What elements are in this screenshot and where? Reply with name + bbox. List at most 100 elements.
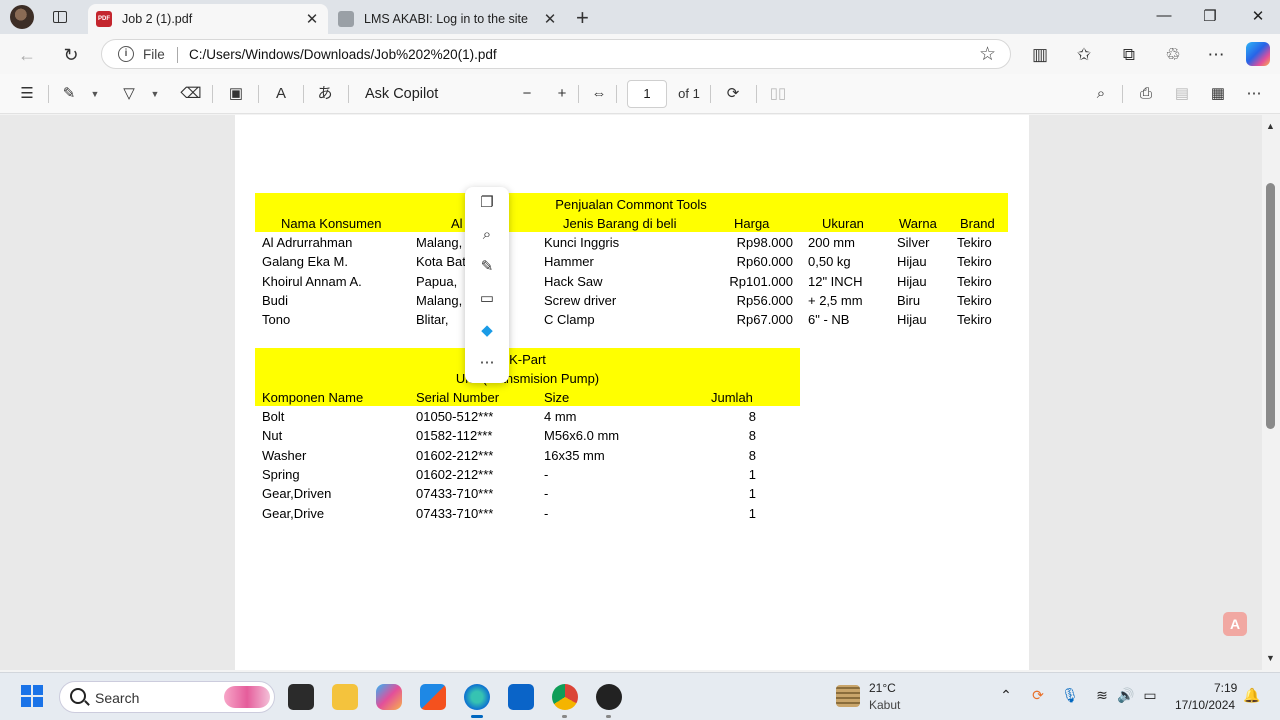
file-explorer-icon[interactable] xyxy=(332,684,358,710)
tab-actions-icon[interactable] xyxy=(50,7,70,27)
start-button[interactable] xyxy=(21,685,43,707)
restore-button[interactable]: ❐ xyxy=(1190,7,1230,25)
eraser-icon[interactable]: ⌫ xyxy=(180,83,202,105)
favorite-star-icon[interactable]: ☆ xyxy=(979,43,996,66)
read-aloud-icon[interactable]: A xyxy=(270,83,292,105)
scrollbar-thumb[interactable] xyxy=(1266,183,1275,429)
zoom-out-icon[interactable]: − xyxy=(516,83,538,105)
tab-job-pdf[interactable]: PDF Job 2 (1).pdf ✕ xyxy=(88,4,328,34)
table1-cell: Rp60.000 xyxy=(736,254,793,270)
save-as-icon[interactable]: ▦ xyxy=(1207,83,1229,105)
refresh-button[interactable]: ↻ xyxy=(60,44,82,66)
collections-icon[interactable]: ⧉ xyxy=(1117,43,1141,67)
selection-context-menu: ❐ ⌕ ✎ ▭ ◆ ⋯ xyxy=(465,187,509,383)
sync-icon[interactable]: ⟳ xyxy=(1028,687,1048,704)
close-tab-icon[interactable]: ✕ xyxy=(540,10,560,28)
copilot-icon[interactable] xyxy=(1246,42,1270,66)
more-options-icon[interactable]: ⋯ xyxy=(1243,83,1265,105)
clock-date[interactable]: 17/10/2024 xyxy=(1175,698,1235,712)
table1-cell: Screw driver xyxy=(544,292,617,308)
copilot-app-icon[interactable] xyxy=(376,684,402,710)
more-options-icon[interactable]: ⋯ xyxy=(477,353,497,373)
adobe-acrobat-icon[interactable]: A xyxy=(1223,612,1247,636)
chrome-icon[interactable] xyxy=(552,684,578,718)
highlight-icon[interactable]: ✎ xyxy=(58,83,80,105)
table1-header: Warna xyxy=(899,216,937,231)
info-icon[interactable]: i xyxy=(118,46,134,62)
taskbar-search[interactable]: Search xyxy=(59,681,275,713)
copy-icon[interactable]: ❐ xyxy=(477,193,497,213)
more-menu-icon[interactable]: ⋯ xyxy=(1204,43,1228,67)
search-placeholder: Search xyxy=(95,690,140,706)
close-window-button[interactable]: ✕ xyxy=(1238,7,1278,25)
copilot-icon[interactable]: ◆ xyxy=(477,321,497,341)
table1-cell: Galang Eka M. xyxy=(262,254,348,270)
tab-label: LMS AKABI: Log in to the site xyxy=(364,12,528,26)
search-icon[interactable]: ⌕ xyxy=(1090,83,1112,105)
zoom-in-icon[interactable]: + xyxy=(551,83,573,105)
divider xyxy=(1122,85,1123,103)
extensions-icon[interactable]: ♲ xyxy=(1161,43,1185,67)
table1-cell: C Clamp xyxy=(544,312,595,328)
chevron-down-icon[interactable]: ▼ xyxy=(148,83,162,105)
rotate-icon[interactable]: ⟳ xyxy=(722,83,744,105)
back-button[interactable]: ← xyxy=(16,44,38,66)
page-view-icon[interactable]: ▯▯ xyxy=(767,83,789,105)
weather-icon[interactable] xyxy=(836,685,860,707)
address-bar[interactable]: i File C:/Users/Windows/Downloads/Job%20… xyxy=(101,39,1011,69)
page-number-input[interactable]: 1 xyxy=(627,80,667,108)
close-tab-icon[interactable]: ✕ xyxy=(302,10,322,28)
table1-cell: Tekiro xyxy=(957,273,992,289)
edge-browser-icon[interactable] xyxy=(464,684,490,718)
profile-avatar[interactable] xyxy=(10,5,34,29)
favorites-icon[interactable]: ✩ xyxy=(1072,43,1096,67)
search-icon[interactable]: ⌕ xyxy=(477,225,497,245)
microsoft-store-icon[interactable] xyxy=(420,684,446,710)
draw-icon[interactable]: ▽ xyxy=(118,83,140,105)
microphone-icon[interactable]: 🎙 xyxy=(1060,687,1080,704)
chevron-up-icon[interactable]: ⌃ xyxy=(996,687,1016,704)
split-screen-icon[interactable]: ▥ xyxy=(1028,43,1052,67)
scroll-up-icon[interactable]: ▲ xyxy=(1266,121,1275,131)
table2-cell: 1 xyxy=(748,486,756,502)
outlook-icon[interactable] xyxy=(508,684,534,710)
pdf-viewer[interactable]: Penjualan Commont Tools Nama Konsumen Al… xyxy=(0,115,1262,670)
table1-header: Jenis Barang di beli xyxy=(563,216,677,231)
table1-cell: 200 mm xyxy=(808,235,855,250)
clock-time[interactable]: 7:19 xyxy=(1214,681,1237,695)
task-view-icon[interactable] xyxy=(288,684,314,710)
minimize-button[interactable]: — xyxy=(1144,7,1184,24)
wifi-icon[interactable]: ≋ xyxy=(1092,687,1112,704)
volume-icon[interactable]: 🔊 xyxy=(1116,687,1136,704)
table2-header: Jumlah xyxy=(711,390,753,405)
fit-width-icon[interactable]: ⇔ xyxy=(588,83,610,105)
save-icon[interactable]: ▤ xyxy=(1171,83,1193,105)
table1-cell: Rp101.000 xyxy=(729,273,793,289)
navigation-bar: ← ↻ i File C:/Users/Windows/Downloads/Jo… xyxy=(0,34,1280,74)
contents-icon[interactable]: ☰ xyxy=(16,83,38,105)
vertical-scrollbar[interactable]: ▲ ▼ xyxy=(1262,115,1280,670)
table2-cell: - xyxy=(544,486,549,502)
table2-header: Size xyxy=(544,390,570,405)
translate-icon[interactable]: あ xyxy=(314,83,336,105)
ask-copilot-button[interactable]: Ask Copilot xyxy=(365,83,445,105)
scroll-down-icon[interactable]: ▼ xyxy=(1266,653,1275,663)
recording-app-icon[interactable] xyxy=(596,684,622,718)
url-text[interactable]: C:/Users/Windows/Downloads/Job%202%20(1)… xyxy=(189,47,497,62)
notification-bell-icon[interactable]: 🔔 xyxy=(1242,687,1262,704)
text-box-icon[interactable]: ▣ xyxy=(225,83,247,105)
battery-icon[interactable]: ▭ xyxy=(1140,687,1160,704)
weather-description: Kabut xyxy=(869,698,901,712)
comment-icon[interactable]: ▭ xyxy=(477,289,497,309)
highlight-icon[interactable]: ✎ xyxy=(477,257,497,277)
print-icon[interactable]: ⎙ xyxy=(1135,83,1157,105)
divider xyxy=(616,85,617,103)
table2-cell: Gear,Drive xyxy=(262,505,325,521)
table2-cell: 16x35 mm xyxy=(544,447,605,463)
table2-cell: Bolt xyxy=(262,409,285,424)
tab-lms[interactable]: LMS AKABI: Log in to the site ✕ xyxy=(330,4,566,34)
new-tab-button[interactable]: + xyxy=(576,5,589,31)
chevron-down-icon[interactable]: ▼ xyxy=(88,83,102,105)
table2-header: Komponen Name xyxy=(262,390,364,405)
table2-cell: 8 xyxy=(748,447,756,463)
